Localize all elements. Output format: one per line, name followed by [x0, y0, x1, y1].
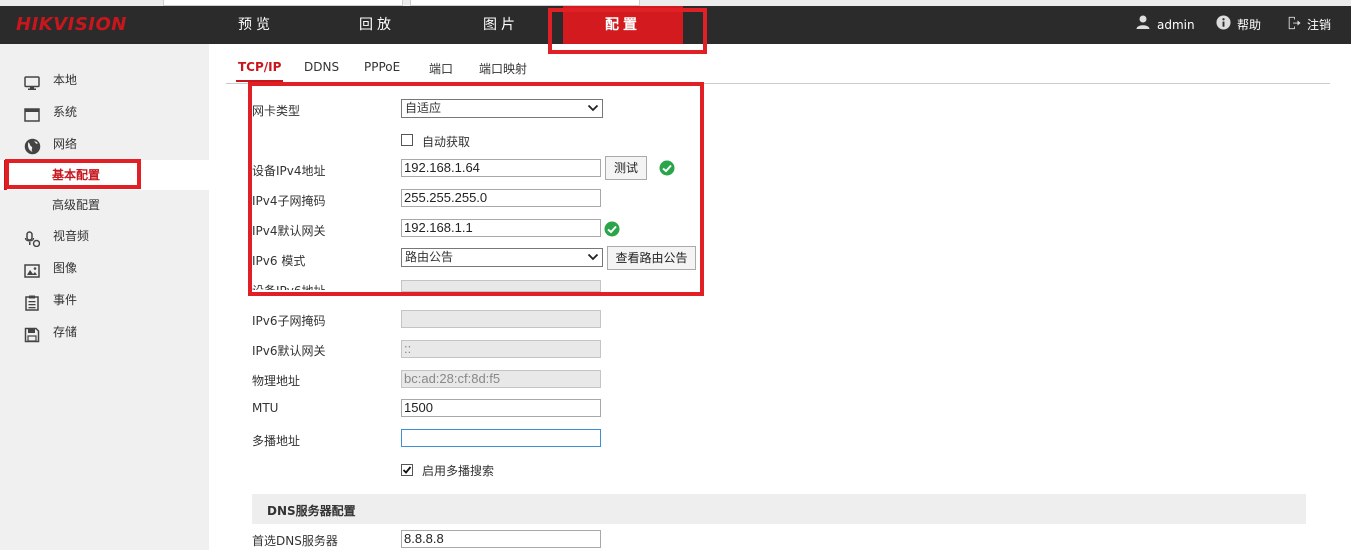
checkmark-icon: [402, 466, 412, 474]
sidebar-item-system[interactable]: 系统: [0, 97, 209, 127]
tab-ddns[interactable]: DDNS: [304, 60, 339, 74]
system-icon: [24, 104, 40, 122]
highlight-box-ipv4-settings: [248, 82, 704, 296]
mac-address-input: bc:ad:28:cf:8d:f5: [401, 370, 601, 388]
user-icon: [1135, 7, 1151, 45]
mtu-label: MTU: [252, 401, 279, 415]
sidebar-item-video-audio[interactable]: 视音频: [0, 221, 209, 251]
multicast-search-checkbox[interactable]: [401, 464, 413, 476]
ipv6-gateway-input: ::: [401, 340, 601, 358]
tab-port-mapping[interactable]: 端口映射: [479, 60, 527, 77]
multicast-search-label: 启用多播搜索: [422, 464, 495, 478]
sidebar-item-label: 高级配置: [52, 198, 101, 212]
tab-tcpip[interactable]: TCP/IP: [235, 60, 284, 82]
nav-preview[interactable]: 预览: [206, 6, 306, 44]
highlight-box-basic-config: [5, 159, 141, 189]
username-label: admin: [1157, 18, 1195, 32]
floppy-icon: [24, 324, 40, 343]
sidebar-item-event[interactable]: 事件: [0, 285, 209, 315]
help-link[interactable]: 帮助: [1216, 6, 1261, 44]
dns-section-header: DNS服务器配置: [252, 494, 1306, 524]
sidebar-item-image[interactable]: 图像: [0, 253, 209, 283]
multicast-address-input[interactable]: [401, 429, 601, 447]
sidebar-item-label: 事件: [53, 293, 78, 307]
tab-pppoe[interactable]: PPPoE: [364, 60, 400, 74]
primary-dns-input[interactable]: 8.8.8.8: [401, 530, 601, 548]
sidebar: 本地 系统 网络 基本配置 高级配置 视音频 图像 事件 存储: [0, 44, 209, 550]
multicast-address-label: 多播地址: [252, 434, 301, 448]
image-icon: [24, 260, 40, 278]
sidebar-item-label: 系统: [53, 105, 78, 119]
sidebar-item-network[interactable]: 网络: [0, 129, 209, 159]
ipv6-gateway-label: IPv6默认网关: [252, 344, 326, 358]
monitor-icon: [24, 72, 40, 90]
mtu-input[interactable]: 1500: [401, 399, 601, 417]
ipv6-mask-label: IPv6子网掩码: [252, 314, 326, 328]
sidebar-item-label: 本地: [53, 73, 78, 87]
subtab-bar: TCP/IP DDNS PPPoE 端口 端口映射: [226, 56, 1330, 84]
mac-address-label: 物理地址: [252, 374, 301, 388]
ipv6-mask-input: [401, 310, 601, 328]
logout-link[interactable]: 注销: [1287, 6, 1331, 44]
sidebar-item-label: 存储: [53, 325, 78, 339]
logout-label: 注销: [1307, 18, 1332, 32]
sidebar-item-label: 视音频: [53, 229, 90, 243]
help-label: 帮助: [1237, 18, 1262, 32]
brand-logo: HIKVISION: [16, 14, 127, 35]
highlight-box-config-tab: [548, 8, 707, 54]
user-menu[interactable]: admin: [1135, 6, 1195, 44]
list-icon: [24, 292, 40, 311]
primary-dns-label: 首选DNS服务器: [252, 534, 338, 548]
sidebar-item-local[interactable]: 本地: [0, 65, 209, 95]
sidebar-item-label: 网络: [53, 137, 78, 151]
tab-port[interactable]: 端口: [429, 60, 453, 77]
sidebar-item-storage[interactable]: 存储: [0, 317, 209, 347]
mic-icon: [24, 228, 41, 248]
sidebar-item-label: 图像: [53, 261, 78, 275]
logout-icon: [1287, 7, 1301, 45]
sidebar-item-advanced-config[interactable]: 高级配置: [0, 190, 209, 220]
nav-playback[interactable]: 回放: [327, 6, 427, 44]
nav-picture[interactable]: 图片: [451, 6, 551, 44]
globe-icon: [24, 136, 41, 155]
info-icon: [1216, 7, 1231, 45]
dns-section-title: DNS服务器配置: [267, 504, 356, 518]
